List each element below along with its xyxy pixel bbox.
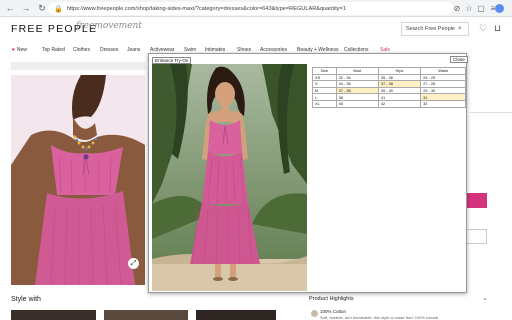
table-cell: L	[312, 93, 337, 101]
table-cell: 27 - 28	[420, 80, 466, 88]
column-header: Hips	[377, 67, 422, 75]
model-photo	[152, 64, 307, 291]
table-cell: XS	[312, 73, 337, 82]
reload-icon[interactable]: ↻	[36, 2, 48, 14]
highlight-body: Soft, durable, and breathable, this styl…	[320, 315, 439, 320]
lock-icon: 🔒	[54, 5, 63, 13]
table-cell: 39 - 40	[377, 86, 422, 95]
close-button[interactable]: Close	[450, 56, 468, 63]
column-header: Bust	[335, 67, 379, 75]
column-header: Waist	[420, 67, 466, 75]
back-icon[interactable]: ←	[4, 2, 16, 14]
nav-item-dresses[interactable]: Dresses	[100, 47, 118, 53]
style-with-heading: Style with	[11, 296, 41, 303]
table-row: M 37 - 38 39 - 40 29 - 30	[312, 86, 466, 95]
style-with-item-1[interactable]	[11, 310, 96, 320]
table-row: XS 32 - 34 35 - 36 24 - 25	[312, 73, 466, 82]
table-cell: S	[312, 80, 337, 88]
address-bar[interactable]: 🔒 https://www.freepeople.com/shop/taking…	[48, 2, 453, 15]
table-cell: 42	[377, 99, 422, 108]
browser-toolbar: ← → ↻ 🔒 https://www.freepeople.com/shop/…	[0, 0, 512, 17]
table-cell: 32 - 34	[335, 73, 379, 82]
table-cell: 29 - 30	[420, 86, 466, 95]
product-image[interactable]	[11, 75, 145, 285]
table-cell: 32	[420, 99, 466, 108]
table-cell: XL	[312, 99, 337, 108]
add-to-bag-button[interactable]	[466, 193, 487, 208]
profile-avatar[interactable]	[495, 4, 504, 13]
search-input[interactable]: Search Free People ⌕	[401, 22, 469, 36]
try-on-modal: Enhance Try-On Close Size Bust Hips Wais…	[148, 53, 468, 293]
table-cell-highlighted: 37 - 38	[377, 80, 422, 88]
table-row: S 34 - 36 37 - 38 27 - 28	[312, 80, 466, 88]
bag-icon[interactable]: ⊔	[494, 23, 501, 34]
gallery-top-strip	[11, 62, 146, 70]
divider	[470, 112, 512, 113]
forward-icon[interactable]: →	[20, 2, 32, 14]
table-cell: 24 - 25	[420, 73, 466, 82]
table-cell: 40	[335, 99, 379, 108]
cotton-icon	[311, 310, 318, 317]
style-with-item-3[interactable]	[196, 310, 276, 320]
table-cell: 41	[377, 93, 422, 101]
nav-item-new[interactable]: ★ New	[11, 47, 27, 53]
table-cell: 38	[335, 93, 379, 101]
product-highlights-heading: Product Highlights	[309, 296, 354, 302]
heart-icon[interactable]: ♡	[479, 23, 487, 34]
url-text[interactable]: https://www.freepeople.com/shop/taking-s…	[67, 6, 346, 12]
chevron-down-icon[interactable]: ⌄	[482, 294, 488, 302]
column-header: Size	[312, 67, 337, 75]
table-row: L 38 41 31	[312, 93, 466, 101]
movement-logo[interactable]: freemovement	[76, 21, 142, 31]
size-chart-header: Size Bust Hips Waist	[312, 67, 466, 75]
block-icon[interactable]: ⊘	[452, 3, 462, 14]
table-cell: 35 - 36	[377, 73, 422, 82]
star-icon: ★	[11, 47, 16, 53]
search-icon[interactable]: ⌕	[458, 23, 462, 35]
table-cell: 34 - 36	[335, 80, 379, 88]
bookmark-star-icon[interactable]: ☆	[464, 3, 474, 14]
style-with-item-2[interactable]	[104, 310, 188, 320]
wishlist-button[interactable]	[466, 229, 487, 244]
table-row: XL 40 42 32	[312, 99, 466, 108]
site-header: FREE PEOPLE freemovement Search Free Peo…	[0, 17, 512, 41]
table-cell: M	[312, 86, 337, 95]
zoom-icon[interactable]: ⤢	[128, 258, 139, 269]
size-chart-table: Size Bust Hips Waist XS 32 - 34 35 - 36 …	[312, 67, 466, 108]
table-cell-highlighted: 37 - 38	[335, 86, 379, 95]
nav-item-jeans[interactable]: Jeans	[127, 47, 140, 53]
modal-title: Enhance Try-On	[152, 57, 192, 64]
table-cell-highlighted: 31	[420, 93, 466, 101]
highlight-title: 100% Cotton	[320, 309, 347, 314]
search-placeholder: Search Free People	[406, 26, 455, 32]
tab-icon[interactable]: ▢	[476, 3, 486, 14]
nav-item-clothes[interactable]: Clothes	[73, 47, 90, 53]
nav-item-top-rated[interactable]: Top Rated	[42, 47, 65, 53]
